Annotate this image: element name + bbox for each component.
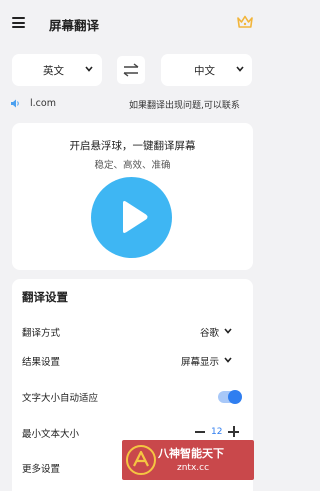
swap-languages-button[interactable]: [117, 56, 145, 84]
page-title: 屏幕翻译: [49, 18, 100, 33]
promo-subtitle: 稳定、高效、准确: [94, 160, 171, 171]
translation-method-value: 谷歌: [200, 328, 220, 339]
speaker-icon: [11, 99, 19, 108]
watermark-url: zntx.cc: [177, 463, 210, 473]
watermark-text: 八神智能天下: [158, 447, 224, 460]
notice-text-right: 如果翻译出现问题,可以联系: [129, 101, 240, 111]
top-app-bar: 屏幕翻译: [0, 0, 263, 46]
translation-method-row[interactable]: 翻译方式 谷歌: [12, 319, 253, 345]
auto-text-size-row: 文字大小自动适应: [12, 384, 253, 410]
promo-title: 开启悬浮球，一键翻译屏幕: [69, 140, 196, 152]
watermark-logo: [126, 445, 156, 475]
target-language-select[interactable]: 中文: [161, 54, 252, 86]
chevron-down-icon: [85, 66, 93, 72]
decrease-button[interactable]: [195, 431, 205, 433]
result-setting-label: 结果设置: [22, 357, 61, 368]
crown-icon[interactable]: [236, 14, 254, 30]
chevron-down-icon: [224, 328, 232, 334]
play-icon: [123, 201, 148, 233]
increase-button[interactable]: [228, 426, 239, 437]
min-text-size-value: 12: [211, 427, 223, 437]
min-text-size-label: 最小文本大小: [22, 429, 80, 440]
result-setting-value: 屏幕显示: [181, 357, 220, 368]
translation-method-label: 翻译方式: [22, 328, 61, 339]
target-language-label: 中文: [194, 65, 215, 77]
more-settings-label: 更多设置: [22, 464, 61, 475]
menu-icon[interactable]: [12, 17, 25, 28]
source-language-select[interactable]: 英文: [12, 54, 102, 86]
source-language-label: 英文: [43, 65, 64, 77]
auto-text-size-label: 文字大小自动适应: [22, 393, 99, 404]
notice-text-left: l.com: [30, 98, 56, 109]
chevron-down-icon: [224, 357, 232, 363]
notice-marquee[interactable]: l.com 如果翻译出现问题,可以联系: [0, 94, 263, 114]
auto-text-size-toggle[interactable]: [218, 390, 242, 404]
start-floating-ball-button[interactable]: [91, 177, 172, 258]
watermark-badge: 八神智能天下 zntx.cc: [122, 440, 254, 480]
settings-title: 翻译设置: [22, 290, 68, 304]
result-setting-row[interactable]: 结果设置 屏幕显示: [12, 348, 253, 374]
toggle-knob: [228, 390, 242, 404]
floating-ball-card: 开启悬浮球，一键翻译屏幕 稳定、高效、准确: [12, 123, 253, 270]
chevron-down-icon: [236, 66, 244, 72]
swap-icon: [123, 63, 139, 77]
